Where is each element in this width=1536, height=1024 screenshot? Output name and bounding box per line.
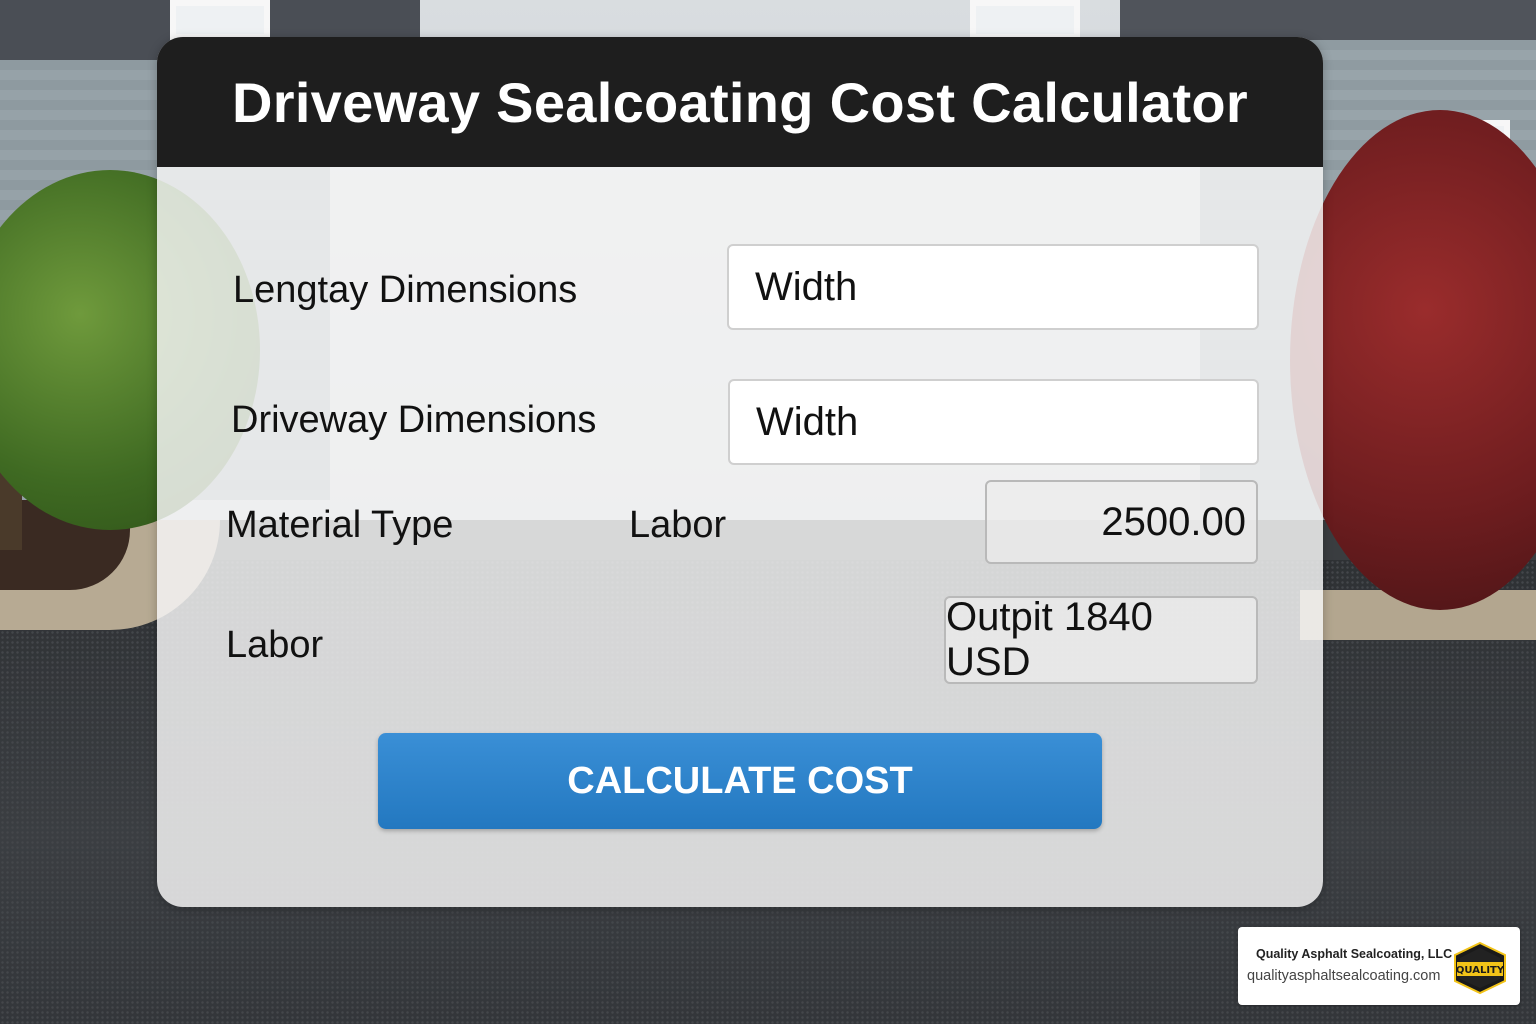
cost-output-value: Outpit 1840 USD xyxy=(946,595,1153,684)
calculate-cost-button-label: CALCULATE COST xyxy=(567,759,913,802)
brand-badge: Quality Asphalt Sealcoating, LLC quality… xyxy=(1238,927,1520,1005)
length-width-input-value: Width xyxy=(755,264,858,309)
labor-cost-value: 2500.00 xyxy=(1101,499,1246,544)
labor-cost-field[interactable]: 2500.00 xyxy=(985,480,1258,564)
card-header: Driveway Sealcoating Cost Calculator xyxy=(157,37,1323,167)
labor-output-label: Labor xyxy=(226,624,324,666)
quality-shield-logo-icon: QUALITY xyxy=(1454,941,1506,995)
driveway-width-input-value: Width xyxy=(756,399,859,444)
driveway-width-input[interactable]: Width xyxy=(728,379,1259,465)
company-name: Quality Asphalt Sealcoating, LLC xyxy=(1256,947,1453,961)
page-title: Driveway Sealcoating Cost Calculator xyxy=(231,71,1248,134)
length-width-input[interactable]: Width xyxy=(727,244,1259,330)
calculate-cost-button[interactable]: CALCULATE COST xyxy=(378,733,1102,829)
material-type-label: Material Type xyxy=(226,504,454,546)
logo-text: QUALITY xyxy=(1456,965,1505,976)
company-website[interactable]: qualityasphaltsealcoating.com xyxy=(1247,968,1440,984)
cost-output-field: Outpit 1840 USD xyxy=(944,595,1258,684)
house-window xyxy=(170,0,270,40)
labor-label: Labor xyxy=(629,504,727,546)
driveway-dimensions-label: Driveway Dimensions xyxy=(231,399,597,441)
length-dimensions-label: Lengtay Dimensions xyxy=(233,269,578,311)
house-window xyxy=(970,0,1080,40)
